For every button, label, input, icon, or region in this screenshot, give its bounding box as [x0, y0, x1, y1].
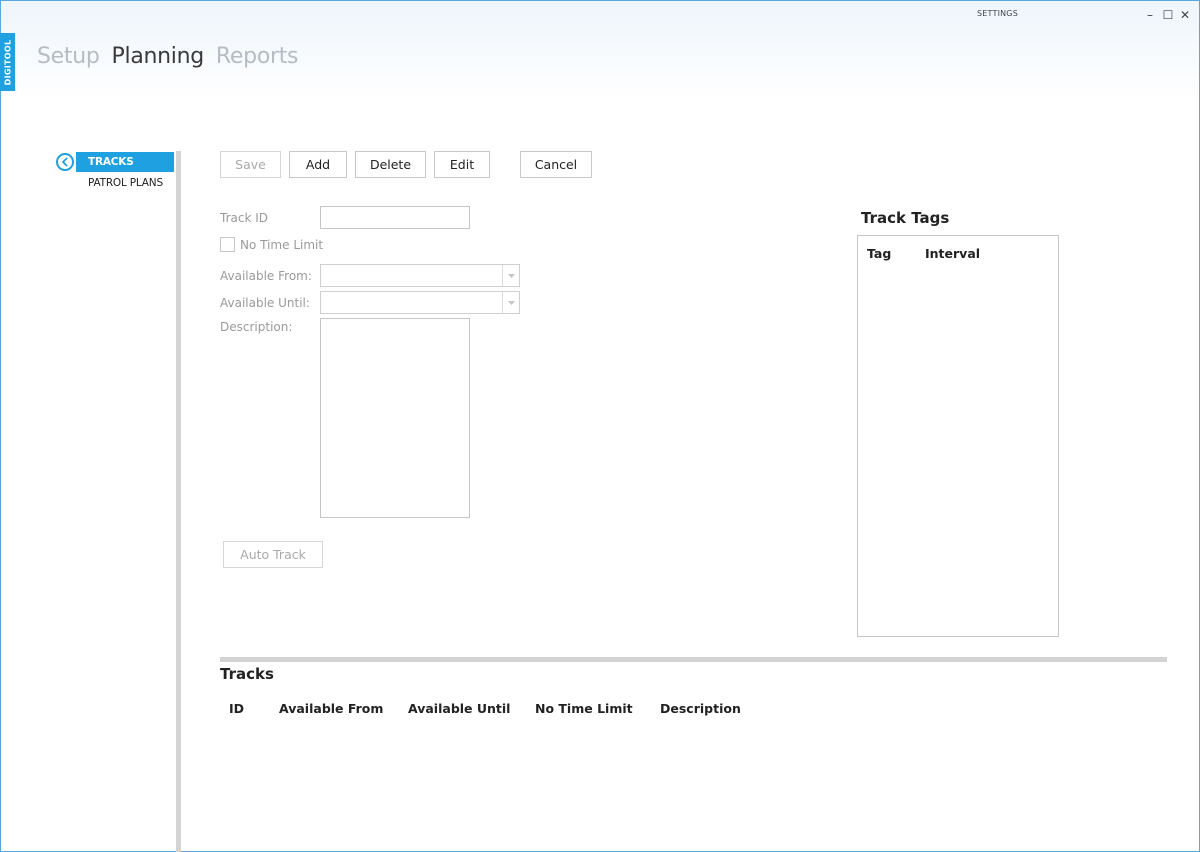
tracks-column-no-time-limit[interactable]: No Time Limit — [535, 701, 633, 716]
sidebar-item-tracks[interactable]: TRACKS — [76, 152, 174, 172]
tracks-column-available-from[interactable]: Available From — [279, 701, 383, 716]
sidebar-divider — [176, 151, 181, 852]
add-button[interactable]: Add — [289, 151, 347, 178]
tags-column-tag[interactable]: Tag — [867, 246, 891, 261]
dropdown-arrow-icon[interactable] — [502, 292, 519, 313]
no-time-limit-checkbox[interactable] — [220, 237, 235, 252]
cancel-button[interactable]: Cancel — [520, 151, 592, 178]
maximize-icon: ☐ — [1162, 8, 1174, 22]
description-textarea[interactable] — [320, 318, 470, 518]
app-badge-label: DIGITOOL — [3, 39, 12, 85]
tags-column-interval[interactable]: Interval — [925, 246, 980, 261]
chevron-left-icon — [62, 157, 68, 167]
available-until-picker[interactable] — [320, 291, 520, 314]
app-badge[interactable]: DIGITOOL — [0, 33, 15, 91]
minimize-button[interactable]: – — [1143, 6, 1157, 24]
tracks-column-available-until[interactable]: Available Until — [408, 701, 510, 716]
available-from-picker[interactable] — [320, 264, 520, 287]
back-button[interactable] — [56, 153, 74, 171]
edit-button[interactable]: Edit — [434, 151, 490, 178]
tracks-column-id[interactable]: ID — [229, 701, 244, 716]
nav-reports[interactable]: Reports — [216, 44, 299, 69]
close-icon: ✕ — [1179, 8, 1191, 22]
nav-planning[interactable]: Planning — [112, 44, 205, 69]
track-tags-title: Track Tags — [861, 209, 950, 227]
nav-setup[interactable]: Setup — [37, 44, 100, 69]
save-button[interactable]: Save — [220, 151, 281, 178]
tracks-title: Tracks — [220, 665, 274, 683]
track-id-input[interactable] — [320, 206, 470, 229]
auto-track-button[interactable]: Auto Track — [223, 541, 323, 568]
available-until-label: Available Until: — [220, 296, 310, 310]
top-nav: Setup Planning Reports — [37, 44, 299, 69]
description-label: Description: — [220, 320, 293, 334]
minimize-icon: – — [1147, 8, 1153, 22]
sidebar-item-patrol-plans[interactable]: PATROL PLANS — [76, 173, 174, 193]
no-time-limit-label: No Time Limit — [240, 238, 324, 252]
available-from-label: Available From: — [220, 269, 312, 283]
track-id-label: Track ID — [220, 211, 268, 225]
track-tags-grid[interactable] — [857, 235, 1059, 637]
delete-button[interactable]: Delete — [355, 151, 426, 178]
close-button[interactable]: ✕ — [1178, 6, 1192, 24]
grid-splitter[interactable] — [220, 657, 1167, 662]
window-title: SETTINGS — [977, 9, 1018, 18]
tracks-column-description[interactable]: Description — [660, 701, 741, 716]
dropdown-arrow-icon[interactable] — [502, 265, 519, 286]
maximize-button[interactable]: ☐ — [1161, 6, 1175, 24]
